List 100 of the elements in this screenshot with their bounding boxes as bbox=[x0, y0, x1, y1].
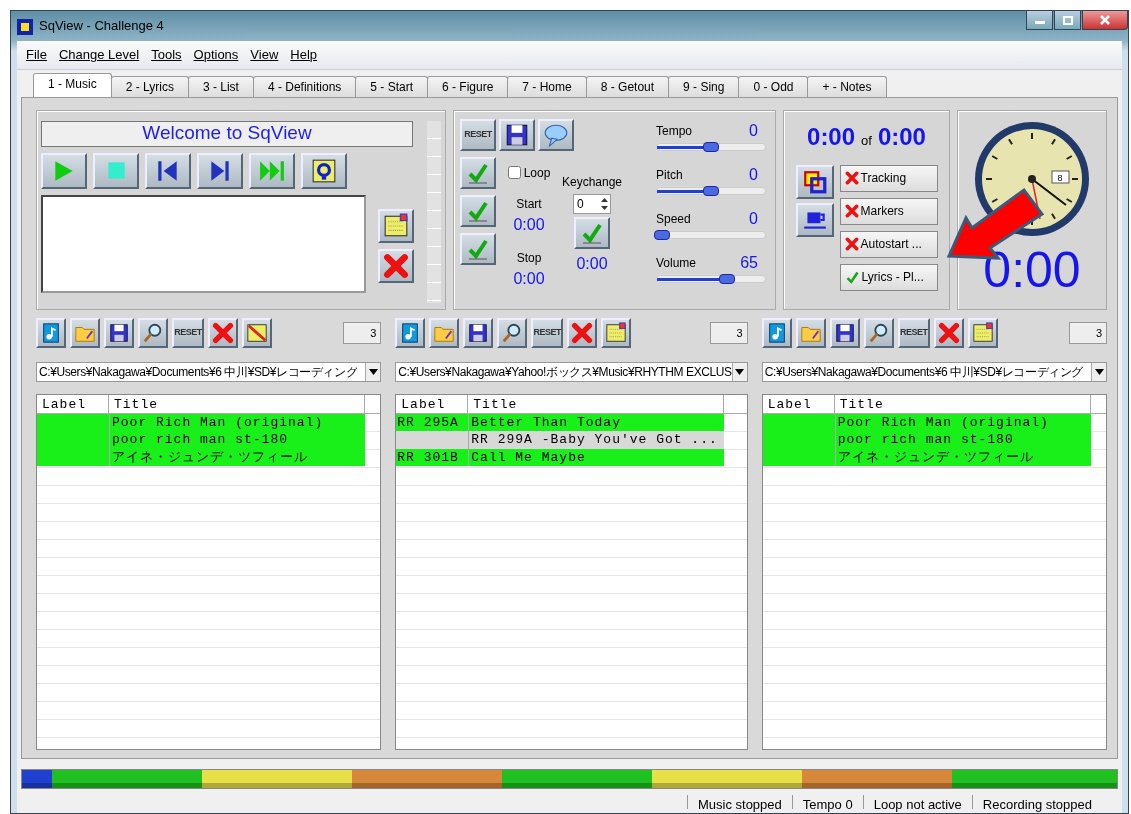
slider-value: 0 bbox=[749, 120, 758, 141]
title-cell: poor rich man st-180 bbox=[109, 431, 365, 449]
notes-button[interactable] bbox=[967, 317, 998, 348]
tab[interactable]: + - Notes bbox=[807, 75, 887, 97]
music-file-icon bbox=[40, 321, 62, 344]
elapsed-time: 0:00 bbox=[807, 121, 856, 152]
toggle-button[interactable]: Markers bbox=[839, 197, 938, 225]
delete-button[interactable] bbox=[933, 317, 964, 348]
tab[interactable]: 5 - Start bbox=[355, 75, 428, 97]
folder-dropdown[interactable]: C:¥Users¥Nakagawa¥Documents¥6 中川¥SD¥レコーディング bbox=[761, 361, 1107, 382]
folder-dropdown[interactable]: C:¥Users¥Nakagawa¥Documents¥6 中川¥SD¥レコーディング bbox=[36, 361, 382, 382]
close-icon bbox=[383, 252, 409, 279]
tab[interactable]: 7 - Home bbox=[507, 75, 587, 97]
maximize-icon bbox=[1062, 15, 1073, 25]
confirm-button[interactable] bbox=[460, 232, 496, 265]
search-button[interactable] bbox=[863, 317, 894, 348]
reset-button[interactable]: RESET bbox=[897, 317, 930, 348]
toggle-button[interactable]: Autostart ... bbox=[839, 230, 938, 258]
save-button[interactable] bbox=[829, 317, 860, 348]
slider-thumb[interactable] bbox=[703, 185, 719, 196]
stop-button[interactable] bbox=[93, 152, 139, 189]
copy-button[interactable] bbox=[795, 164, 834, 199]
slider-thumb[interactable] bbox=[654, 229, 671, 240]
slider[interactable] bbox=[656, 274, 766, 283]
save-button[interactable] bbox=[499, 118, 535, 151]
comment-button[interactable] bbox=[538, 118, 574, 151]
delete-button[interactable] bbox=[378, 248, 414, 283]
notepad-icon bbox=[383, 212, 409, 239]
folder-button[interactable] bbox=[795, 317, 826, 348]
previous-button[interactable] bbox=[145, 152, 191, 189]
menu-item[interactable]: Help bbox=[285, 44, 323, 66]
slider-thumb[interactable] bbox=[719, 273, 736, 284]
folder-button[interactable] bbox=[429, 317, 460, 348]
minimize-button[interactable] bbox=[1026, 11, 1053, 30]
tab[interactable]: 3 - List bbox=[187, 75, 254, 97]
keychange-spinner[interactable]: 0 bbox=[573, 193, 611, 214]
toggle-button[interactable]: Tracking bbox=[839, 164, 938, 192]
tab[interactable]: 6 - Figure bbox=[427, 75, 509, 97]
close-button[interactable] bbox=[1082, 11, 1128, 30]
notes-button[interactable] bbox=[601, 317, 632, 348]
playlist-row[interactable]: RR 299A -Baby You've Got ... bbox=[396, 431, 725, 449]
menu-item[interactable]: Change Level bbox=[53, 44, 145, 66]
confirm-button[interactable] bbox=[574, 216, 610, 249]
notes-button[interactable] bbox=[378, 208, 414, 243]
save-icon bbox=[108, 321, 130, 344]
close-icon bbox=[1100, 15, 1110, 25]
slider-label: Pitch bbox=[656, 166, 683, 184]
delete-button[interactable] bbox=[567, 317, 598, 348]
window-title: SqView - Challenge 4 bbox=[39, 17, 164, 36]
playlist-row[interactable]: poor rich man st-180 bbox=[37, 431, 365, 449]
confirm-button[interactable] bbox=[460, 194, 496, 227]
menu-item[interactable]: View bbox=[245, 44, 284, 66]
save-button[interactable] bbox=[463, 317, 494, 348]
slider[interactable] bbox=[656, 186, 766, 195]
confirm-button[interactable] bbox=[460, 156, 496, 189]
help-button[interactable] bbox=[301, 152, 347, 189]
open-file-button[interactable] bbox=[395, 317, 426, 348]
folder-dropdown[interactable]: C:¥Users¥Nakagawa¥Yahoo!ボックス¥Music¥RHYTHM EXCLUS bbox=[395, 361, 748, 382]
search-button[interactable] bbox=[497, 317, 528, 348]
slider[interactable] bbox=[656, 142, 766, 151]
column-header: Title bbox=[109, 394, 365, 413]
menu-item[interactable]: Tools bbox=[146, 44, 187, 66]
tab[interactable]: 4 - Definitions bbox=[252, 75, 357, 97]
notes-button[interactable] bbox=[242, 317, 272, 348]
save-icon bbox=[833, 321, 856, 344]
reset-button[interactable]: RESET bbox=[172, 317, 204, 348]
search-icon bbox=[142, 321, 164, 344]
slider[interactable] bbox=[656, 230, 766, 239]
column-header: Label bbox=[396, 394, 469, 413]
search-button[interactable] bbox=[138, 317, 168, 348]
stop-label: Stop bbox=[516, 249, 542, 267]
total-time: 0:00 bbox=[877, 121, 926, 152]
next-button[interactable] bbox=[197, 152, 243, 189]
folder-button[interactable] bbox=[70, 317, 100, 348]
open-file-button[interactable] bbox=[761, 317, 792, 348]
menu-item[interactable]: File bbox=[21, 44, 52, 66]
close-icon bbox=[212, 321, 234, 344]
reset-button[interactable]: RESET bbox=[460, 118, 496, 151]
fast-forward-button[interactable] bbox=[249, 152, 295, 189]
menu-item[interactable]: Options bbox=[188, 44, 244, 66]
search-icon bbox=[867, 321, 890, 344]
clock-time: 0:00 bbox=[983, 242, 1081, 297]
tab[interactable]: 9 - Sing bbox=[668, 75, 740, 97]
delete-button[interactable] bbox=[208, 317, 238, 348]
open-file-button[interactable] bbox=[36, 317, 66, 348]
slider-thumb[interactable] bbox=[703, 141, 719, 152]
tab[interactable]: 8 - Getout bbox=[585, 75, 670, 97]
toggle-button[interactable]: Lyrics - Pl... bbox=[839, 263, 938, 291]
loop-checkbox[interactable] bbox=[507, 166, 521, 179]
break-button[interactable] bbox=[795, 202, 834, 237]
title-cell: poor rich man st-180 bbox=[834, 431, 1091, 449]
notes-field[interactable] bbox=[41, 194, 366, 293]
tab[interactable]: 2 - Lyrics bbox=[110, 75, 189, 97]
slider-value: 0 bbox=[749, 164, 758, 185]
tab[interactable]: 1 - Music bbox=[33, 72, 112, 97]
play-button[interactable] bbox=[41, 152, 87, 189]
playlist-row[interactable]: poor rich man st-180 bbox=[762, 431, 1091, 449]
save-button[interactable] bbox=[104, 317, 134, 348]
tab[interactable]: 0 - Odd bbox=[738, 75, 809, 97]
maximize-button[interactable] bbox=[1054, 11, 1081, 30]
